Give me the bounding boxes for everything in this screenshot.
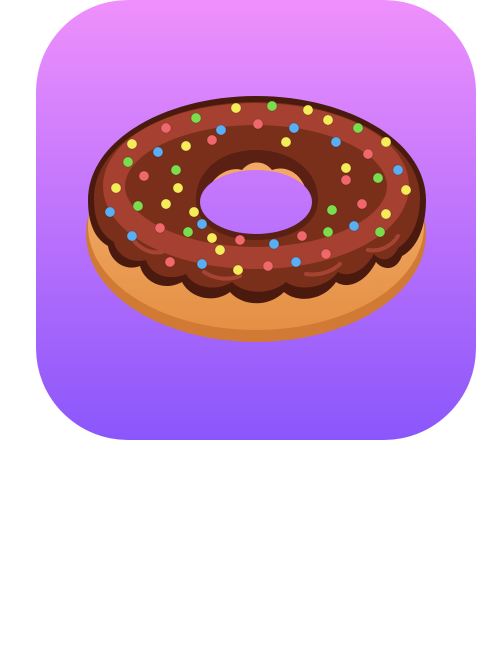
- sprinkle: [170, 164, 182, 176]
- donut-icon: [36, 0, 476, 440]
- sprinkle: [214, 244, 226, 256]
- sprinkle: [126, 138, 138, 150]
- sprinkle: [164, 256, 176, 268]
- sprinkle: [392, 164, 404, 176]
- sprinkle: [138, 170, 150, 182]
- sprinkle: [280, 136, 292, 148]
- sprinkle: [268, 238, 280, 250]
- sprinkle: [188, 206, 200, 218]
- sprinkle: [288, 122, 300, 134]
- sprinkle: [232, 264, 244, 276]
- sprinkle: [152, 146, 164, 158]
- sprinkle: [160, 122, 172, 134]
- sprinkle: [126, 230, 138, 242]
- sprinkle: [380, 136, 392, 148]
- sprinkle: [252, 118, 264, 130]
- sprinkle: [172, 182, 184, 194]
- sprinkle: [132, 200, 144, 212]
- sprinkle: [372, 172, 384, 184]
- sprinkle: [290, 256, 302, 268]
- sprinkle: [206, 134, 218, 146]
- canvas: [0, 0, 494, 652]
- sprinkle: [180, 140, 192, 152]
- sprinkle: [348, 220, 360, 232]
- sprinkle: [374, 226, 386, 238]
- sprinkle: [234, 234, 246, 246]
- sprinkle: [104, 206, 116, 218]
- sprinkle: [340, 162, 352, 174]
- sprinkle: [340, 174, 352, 186]
- sprinkle: [110, 182, 122, 194]
- sprinkle: [320, 248, 332, 260]
- sprinkle: [122, 156, 134, 168]
- sprinkle: [182, 226, 194, 238]
- sprinkle: [330, 136, 342, 148]
- sprinkle: [356, 198, 368, 210]
- sprinkle: [154, 222, 166, 234]
- sprinkle: [190, 112, 202, 124]
- sprinkle: [262, 260, 274, 272]
- sprinkle: [302, 104, 314, 116]
- sprinkle: [362, 148, 374, 160]
- sprinkle: [380, 208, 392, 220]
- sprinkle: [352, 122, 364, 134]
- sprinkle: [196, 258, 208, 270]
- sprinkle: [160, 198, 172, 210]
- app-icon[interactable]: [36, 0, 476, 440]
- sprinkle: [206, 232, 218, 244]
- sprinkle: [322, 226, 334, 238]
- sprinkle: [215, 124, 227, 136]
- sprinkle: [400, 184, 412, 196]
- sprinkle: [326, 204, 338, 216]
- sprinkle: [230, 102, 242, 114]
- sprinkle: [266, 100, 278, 112]
- sprinkle: [296, 230, 308, 242]
- sprinkle: [196, 218, 208, 230]
- sprinkle: [322, 114, 334, 126]
